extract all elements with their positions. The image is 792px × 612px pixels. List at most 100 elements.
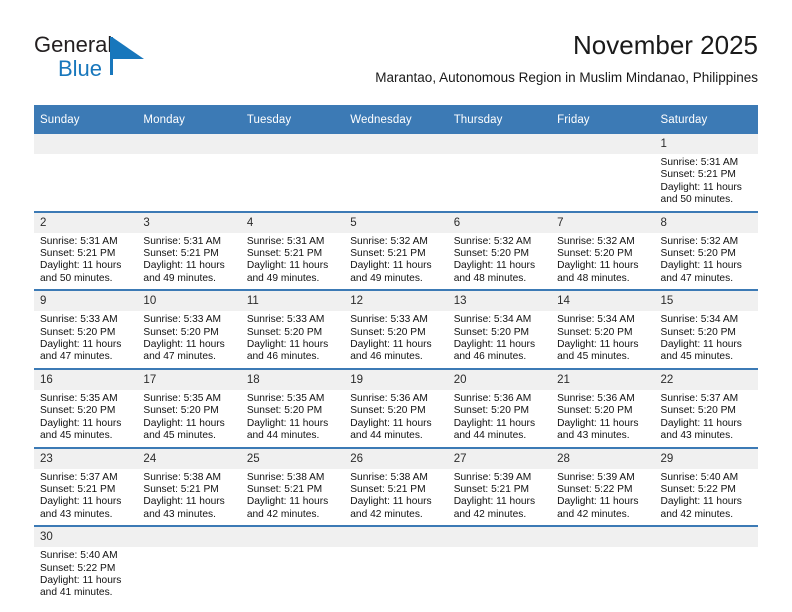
calendar-week-row: 30 Sunrise: 5:40 AM Sunset: 5:22 PM Dayligh… (34, 525, 758, 604)
daylight-duration-line-1: Daylight: 11 hours (453, 339, 536, 351)
daylight-duration-line-1: Daylight: 11 hours (660, 339, 742, 351)
calendar-day-cell[interactable]: 25 Sunrise: 5:38 AM Sunset: 5:21 PM Dayligh… (240, 446, 345, 527)
sunset-time: Sunset: 5:20 PM (557, 326, 633, 338)
day-number: 24 (137, 448, 241, 469)
sunset-time: Sunset: 5:20 PM (246, 326, 323, 338)
sunrise-time: Sunrise: 5:40 AM (660, 471, 739, 483)
day-details: Sunrise: 5:36 AM Sunset: 5:20 PM Daylight:… (344, 390, 447, 447)
logo-text-blue: Blue (58, 56, 103, 81)
daylight-duration-line-2: and 44 minutes. (453, 430, 527, 442)
day-number: 7 (551, 212, 655, 233)
daylight-duration-line-1: Daylight: 11 hours (40, 574, 122, 586)
day-number: 25 (240, 448, 345, 469)
calendar-day-cell[interactable]: 20 Sunrise: 5:36 AM Sunset: 5:20 PM Dayligh… (447, 367, 552, 448)
daylight-duration-line-1: Daylight: 11 hours (350, 339, 432, 351)
daylight-duration-line-1: Daylight: 11 hours (40, 260, 122, 272)
calendar-day-cell[interactable]: 7 Sunrise: 5:32 AM Sunset: 5:20 PM Daylight… (551, 210, 655, 291)
weekday-header-tuesday: Tuesday (240, 105, 345, 134)
calendar-day-cell[interactable]: 17 Sunrise: 5:35 AM Sunset: 5:20 PM Dayligh… (137, 367, 241, 448)
calendar-day-cell[interactable]: 12 Sunrise: 5:33 AM Sunset: 5:20 PM Dayligh… (344, 289, 448, 369)
calendar-day-cell[interactable]: 1 Sunrise: 5:31 AM Sunset: 5:21 PM Daylight… (654, 134, 758, 212)
day-number: 12 (344, 291, 448, 312)
weekday-header-saturday: Saturday (654, 105, 758, 134)
calendar-day-cell[interactable]: 23 Sunrise: 5:37 AM Sunset: 5:21 PM Dayligh… (34, 446, 138, 527)
page-title: November 2025 (573, 30, 758, 60)
calendar-day-cell-empty (240, 134, 345, 212)
daylight-duration-line-2: and 45 minutes. (40, 430, 113, 442)
calendar-day-cell[interactable]: 24 Sunrise: 5:38 AM Sunset: 5:21 PM Dayligh… (137, 446, 241, 527)
calendar-day-cell[interactable]: 22 Sunrise: 5:37 AM Sunset: 5:20 PM Dayligh… (654, 367, 758, 448)
calendar-day-cell[interactable]: 15 Sunrise: 5:34 AM Sunset: 5:20 PM Dayligh… (654, 289, 758, 369)
day-number (344, 527, 448, 548)
calendar-day-cell[interactable]: 11 Sunrise: 5:33 AM Sunset: 5:20 PM Dayligh… (240, 289, 345, 369)
sunrise-time: Sunrise: 5:39 AM (453, 471, 532, 483)
calendar-day-cell[interactable]: 5 Sunrise: 5:32 AM Sunset: 5:21 PM Daylight… (344, 210, 448, 291)
calendar-week-row: 1 Sunrise: 5:31 AM Sunset: 5:21 PM Daylight… (34, 134, 758, 212)
day-number (240, 527, 345, 548)
daylight-duration-line-2: and 43 minutes. (40, 508, 113, 520)
calendar-day-cell[interactable]: 28 Sunrise: 5:39 AM Sunset: 5:22 PM Dayligh… (551, 446, 655, 527)
calendar-day-cell[interactable]: 6 Sunrise: 5:32 AM Sunset: 5:20 PM Daylight… (447, 210, 552, 291)
calendar-day-cell[interactable]: 3 Sunrise: 5:31 AM Sunset: 5:21 PM Daylight… (137, 210, 241, 291)
daylight-duration-line-1: Daylight: 11 hours (350, 417, 432, 429)
calendar-day-cell[interactable]: 13 Sunrise: 5:34 AM Sunset: 5:20 PM Dayligh… (447, 289, 552, 369)
sunrise-time: Sunrise: 5:40 AM (40, 550, 118, 562)
day-number (344, 134, 448, 154)
calendar-day-cell[interactable]: 8 Sunrise: 5:32 AM Sunset: 5:20 PM Daylight… (654, 210, 758, 291)
daylight-duration-line-1: Daylight: 11 hours (660, 181, 742, 193)
day-number (34, 134, 138, 154)
weekday-header-thursday: Thursday (447, 105, 552, 134)
daylight-duration-line-2: and 43 minutes. (557, 430, 630, 442)
day-number (654, 527, 758, 548)
sunrise-time: Sunrise: 5:34 AM (557, 314, 635, 326)
calendar-day-cell[interactable]: 21 Sunrise: 5:36 AM Sunset: 5:20 PM Dayligh… (551, 367, 655, 448)
daylight-duration-line-1: Daylight: 11 hours (40, 496, 122, 508)
calendar-day-cell[interactable]: 4 Sunrise: 5:31 AM Sunset: 5:21 PM Daylight… (240, 210, 345, 291)
daylight-duration-line-1: Daylight: 11 hours (660, 417, 742, 429)
day-details: Sunrise: 5:32 AM Sunset: 5:20 PM Daylight:… (448, 233, 551, 290)
calendar-day-cell[interactable]: 19 Sunrise: 5:36 AM Sunset: 5:20 PM Dayligh… (344, 367, 448, 448)
daylight-duration-line-1: Daylight: 11 hours (143, 339, 225, 351)
calendar-day-cell[interactable]: 29 Sunrise: 5:40 AM Sunset: 5:22 PM Dayligh… (654, 446, 758, 527)
sunrise-time: Sunrise: 5:38 AM (143, 471, 222, 483)
sunrise-time: Sunrise: 5:32 AM (453, 235, 532, 247)
calendar-day-cell[interactable]: 16 Sunrise: 5:35 AM Sunset: 5:20 PM Dayligh… (34, 367, 138, 448)
calendar-week-row: 16 Sunrise: 5:35 AM Sunset: 5:20 PM Dayligh… (34, 367, 758, 448)
day-details: Sunrise: 5:39 AM Sunset: 5:21 PM Daylight:… (448, 469, 551, 526)
calendar-day-cell[interactable]: 10 Sunrise: 5:33 AM Sunset: 5:20 PM Dayligh… (137, 289, 241, 369)
day-number: 6 (447, 212, 552, 233)
sunrise-time: Sunrise: 5:31 AM (246, 235, 325, 247)
general-blue-logo[interactable]: General Blue (34, 32, 164, 88)
day-number: 9 (34, 291, 138, 312)
daylight-duration-line-2: and 43 minutes. (660, 430, 734, 442)
calendar-day-cell[interactable]: 30 Sunrise: 5:40 AM Sunset: 5:22 PM Dayligh… (34, 525, 138, 604)
calendar-day-cell[interactable]: 14 Sunrise: 5:34 AM Sunset: 5:20 PM Dayligh… (551, 289, 655, 369)
sunset-time: Sunset: 5:21 PM (453, 483, 530, 495)
daylight-duration-line-2: and 49 minutes. (350, 272, 423, 284)
calendar-day-cell-empty (344, 525, 448, 604)
sunset-time: Sunset: 5:20 PM (453, 326, 530, 338)
sunset-time: Sunset: 5:21 PM (143, 248, 219, 260)
daylight-duration-line-2: and 42 minutes. (453, 508, 527, 520)
calendar-day-cell[interactable]: 9 Sunrise: 5:33 AM Sunset: 5:20 PM Daylight… (34, 289, 138, 369)
daylight-duration-line-1: Daylight: 11 hours (453, 496, 536, 508)
sunset-time: Sunset: 5:20 PM (557, 405, 633, 417)
calendar-day-cell[interactable]: 26 Sunrise: 5:38 AM Sunset: 5:21 PM Dayligh… (344, 446, 448, 527)
sunrise-time: Sunrise: 5:36 AM (350, 392, 428, 404)
daylight-duration-line-1: Daylight: 11 hours (350, 496, 432, 508)
sunrise-time: Sunrise: 5:33 AM (40, 314, 118, 326)
day-number: 20 (447, 369, 552, 390)
sunrise-time: Sunrise: 5:32 AM (557, 235, 635, 247)
day-number: 3 (137, 212, 241, 233)
calendar-day-cell[interactable]: 27 Sunrise: 5:39 AM Sunset: 5:21 PM Dayligh… (447, 446, 552, 527)
daylight-duration-line-2: and 46 minutes. (350, 351, 423, 363)
sunset-time: Sunset: 5:21 PM (246, 248, 323, 260)
sunset-time: Sunset: 5:20 PM (660, 326, 736, 338)
sunrise-time: Sunrise: 5:35 AM (246, 392, 325, 404)
day-details: Sunrise: 5:35 AM Sunset: 5:20 PM Daylight:… (34, 390, 137, 447)
day-number: 28 (551, 448, 655, 469)
calendar-header-row: Sunday Monday Tuesday Wednesday Thursday… (34, 105, 758, 134)
daylight-duration-line-2: and 45 minutes. (660, 351, 734, 363)
calendar-day-cell[interactable]: 2 Sunrise: 5:31 AM Sunset: 5:21 PM Daylight… (34, 210, 138, 291)
calendar-day-cell[interactable]: 18 Sunrise: 5:35 AM Sunset: 5:20 PM Dayligh… (240, 367, 345, 448)
